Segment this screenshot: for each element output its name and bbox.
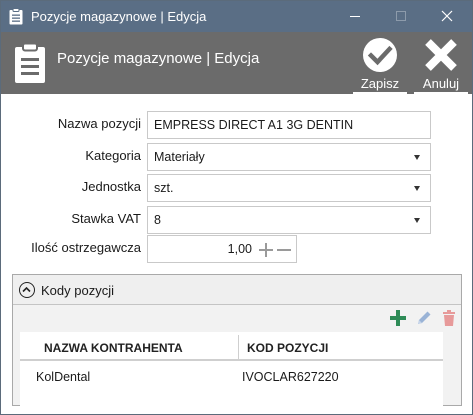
cell-contractor: KolDental: [36, 370, 91, 384]
row-warning-qty: Ilość ostrzegawcza 1,00: [1, 235, 472, 263]
chevron-down-icon: [414, 186, 420, 191]
clipboard-icon: [13, 42, 47, 84]
chevron-up-icon: [19, 282, 35, 298]
row-name: Nazwa pozycji EMPRESS DIRECT A1 3G DENTI…: [1, 111, 472, 139]
cancel-button[interactable]: Anuluj: [412, 32, 470, 94]
header-toolbar: Pozycje magazynowe | Edycja Zapisz Anulu…: [1, 32, 472, 94]
vat-select[interactable]: 8: [147, 206, 431, 234]
vat-label: Stawka VAT: [71, 211, 141, 226]
warning-qty-value: 1,00: [227, 242, 252, 256]
cancel-x-icon: [425, 39, 457, 71]
name-label: Nazwa pozycji: [57, 116, 141, 131]
close-button[interactable]: [424, 1, 470, 32]
save-label: Zapisz: [360, 76, 400, 91]
chevron-down-icon: [414, 155, 420, 160]
window-title: Pozycje magazynowe | Edycja: [31, 9, 207, 24]
warning-qty-stepper[interactable]: 1,00: [147, 235, 297, 263]
category-label: Kategoria: [85, 148, 141, 163]
page-title: Pozycje magazynowe | Edycja: [57, 50, 260, 67]
column-divider: [238, 335, 239, 361]
minus-icon[interactable]: [276, 242, 292, 258]
column-header-code[interactable]: KOD POZYCJI: [247, 341, 328, 355]
row-unit: Jednostka szt.: [1, 174, 472, 202]
maximize-icon: [396, 11, 406, 21]
save-button[interactable]: Zapisz: [351, 32, 409, 94]
edit-window: Pozycje magazynowe | Edycja Pozycje maga…: [0, 0, 473, 415]
codes-group-title: Kody pozycji: [41, 283, 114, 298]
codes-group-header[interactable]: Kody pozycji: [13, 275, 461, 305]
unit-select[interactable]: szt.: [147, 174, 431, 202]
name-value: EMPRESS DIRECT A1 3G DENTIN: [154, 118, 354, 132]
title-bar: Pozycje magazynowe | Edycja: [1, 1, 472, 32]
name-field[interactable]: EMPRESS DIRECT A1 3G DENTIN: [147, 111, 431, 139]
codes-table: NAZWA KONTRAHENTA KOD POZYCJI KolDental …: [20, 332, 443, 406]
chevron-down-icon: [414, 218, 420, 223]
cell-code: IVOCLAR627220: [242, 370, 339, 384]
codes-toolbar: [13, 306, 461, 332]
unit-value: szt.: [154, 181, 174, 195]
close-icon: [441, 10, 453, 22]
maximize-button[interactable]: [378, 1, 424, 32]
cancel-underline: [414, 92, 468, 94]
unit-label: Jednostka: [81, 179, 141, 194]
vat-value: 8: [154, 213, 161, 227]
pencil-icon[interactable]: [415, 309, 433, 327]
clipboard-icon: [9, 8, 23, 25]
trash-icon[interactable]: [440, 309, 458, 327]
table-row[interactable]: KolDental IVOCLAR627220: [20, 363, 443, 389]
table-header: NAZWA KONTRAHENTA KOD POZYCJI: [20, 335, 443, 361]
column-header-contractor[interactable]: NAZWA KONTRAHENTA: [44, 341, 183, 355]
codes-group: Kody pozycji NAZWA KONTRAHENTA KOD POZYC…: [12, 274, 462, 406]
category-value: Materiały: [154, 150, 205, 164]
save-underline: [353, 92, 407, 94]
warning-qty-label: Ilość ostrzegawcza: [31, 240, 141, 255]
plus-icon[interactable]: [258, 242, 274, 258]
category-select[interactable]: Materiały: [147, 143, 431, 171]
cancel-label: Anuluj: [422, 76, 460, 91]
minimize-button[interactable]: [332, 1, 378, 32]
checkmark-circle-icon: [363, 38, 397, 72]
row-vat: Stawka VAT 8: [1, 206, 472, 234]
add-icon[interactable]: [389, 309, 407, 327]
row-category: Kategoria Materiały: [1, 143, 472, 171]
minimize-icon: [350, 16, 360, 17]
